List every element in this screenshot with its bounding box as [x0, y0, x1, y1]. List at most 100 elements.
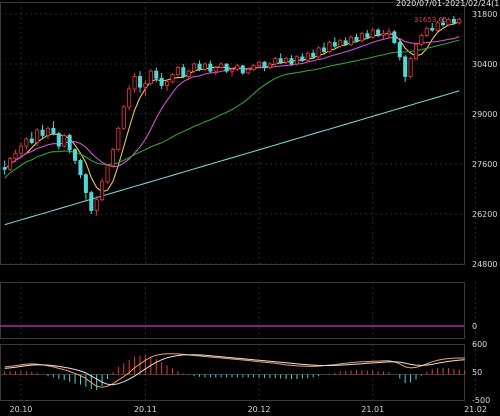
candle-body: [305, 52, 310, 61]
stock-chart-window: 31800 30400 29000 27600 26200 24800 20.10 20.11…: [0, 0, 500, 416]
candle-body: [143, 83, 148, 88]
candle-body: [451, 18, 456, 24]
candle-body: [29, 138, 34, 143]
candle-body: [73, 149, 78, 161]
candle-body: [376, 29, 381, 36]
candle-body: [235, 65, 240, 70]
candle-body: [121, 106, 126, 129]
candle-body: [213, 67, 218, 72]
price-y-tick-label: 30400: [472, 60, 497, 69]
candle-body: [381, 33, 386, 36]
candle-body: [338, 40, 343, 47]
candle-body: [202, 63, 207, 70]
middle-y-tick-label: 0: [472, 322, 477, 331]
candle-body: [56, 133, 61, 147]
candle-body: [240, 65, 245, 74]
x-tick-label: 21.02: [464, 405, 487, 414]
candle-body: [262, 61, 267, 68]
candle-body: [127, 88, 132, 108]
candle-body: [94, 199, 99, 211]
candle-body: [224, 63, 229, 72]
price-y-tick-label: 24800: [472, 260, 497, 269]
candle-body: [116, 127, 121, 151]
candle-body: [316, 47, 321, 58]
candle-body: [413, 43, 419, 60]
candle-body: [132, 76, 137, 90]
candle-body: [8, 158, 13, 170]
date-range-header: 2020/07/01-2021/02/24(164日): [396, 0, 500, 8]
candle-body: [343, 40, 348, 45]
candle-body: [100, 181, 105, 201]
candle-body: [289, 58, 294, 65]
candle-body: [2, 167, 7, 170]
candle-body: [24, 138, 29, 147]
candle-body: [67, 135, 72, 151]
candle-body: [181, 67, 186, 77]
macd-panel: [0, 353, 466, 391]
candle-body: [192, 63, 197, 72]
candle-body: [40, 129, 45, 136]
candle-body: [424, 27, 429, 36]
candle-body: [311, 52, 316, 58]
candle-body: [267, 63, 272, 68]
price-y-tick-label: 27600: [472, 160, 497, 169]
candle-body: [246, 68, 251, 74]
candle-body: [251, 65, 256, 70]
candle-body: [137, 76, 143, 88]
candle-body: [397, 42, 402, 58]
candle-body: [110, 149, 115, 167]
candle-body: [332, 42, 337, 47]
candle-body: [419, 35, 424, 45]
candle-body: [51, 127, 56, 135]
candle-body: [386, 31, 391, 35]
candle-body: [273, 58, 278, 65]
candle-body: [457, 18, 462, 24]
candle-body: [392, 31, 397, 43]
candle-body: [300, 56, 305, 61]
candle-body: [83, 174, 88, 193]
candle-body: [78, 160, 83, 176]
price-y-tick-label: 31800: [472, 10, 497, 19]
x-tick-label: 20.12: [248, 405, 271, 414]
candle-body: [159, 77, 164, 86]
candlesticks: [2, 15, 462, 216]
x-tick-label: 20.11: [134, 405, 157, 414]
candle-body: [278, 58, 283, 63]
candle-body: [35, 129, 40, 143]
macd-y-tick-label: 50: [472, 368, 482, 377]
ma-longest-line: [4, 90, 460, 226]
price-y-tick-label: 29000: [472, 110, 497, 119]
candle-body: [165, 81, 170, 86]
x-tick-label: 21.01: [361, 405, 384, 414]
candle-body: [208, 63, 213, 72]
panel-frames: [0, 2, 465, 401]
candle-body: [284, 58, 289, 63]
candle-body: [354, 36, 359, 42]
candle-body: [370, 29, 375, 38]
candle-body: [365, 33, 370, 38]
candle-body: [148, 70, 153, 85]
candle-body: [321, 47, 327, 52]
candle-body: [349, 36, 354, 45]
candle-body: [105, 165, 110, 183]
candle-body: [408, 58, 413, 77]
candle-body: [229, 68, 235, 72]
panel-frame: [0, 344, 465, 401]
macd-line: [4, 353, 465, 388]
moving-averages: [4, 21, 460, 226]
candle-body: [403, 56, 408, 77]
price-y-tick-label: 26200: [472, 210, 497, 219]
panel-frame: [0, 282, 465, 339]
candle-body: [89, 192, 94, 211]
candle-body: [327, 42, 332, 52]
candle-body: [175, 67, 180, 76]
macd-y-tick-label: -500: [472, 396, 490, 405]
candle-body: [45, 127, 51, 136]
candle-body: [18, 145, 23, 154]
candle-body: [359, 33, 364, 42]
candle-body: [219, 63, 224, 68]
chart-canvas: 31800 30400 29000 27600 26200 24800 20.10 20.11…: [0, 0, 500, 414]
candle-body: [186, 70, 191, 77]
x-tick-label: 20.10: [9, 405, 32, 414]
ma-short-line: [4, 21, 460, 193]
